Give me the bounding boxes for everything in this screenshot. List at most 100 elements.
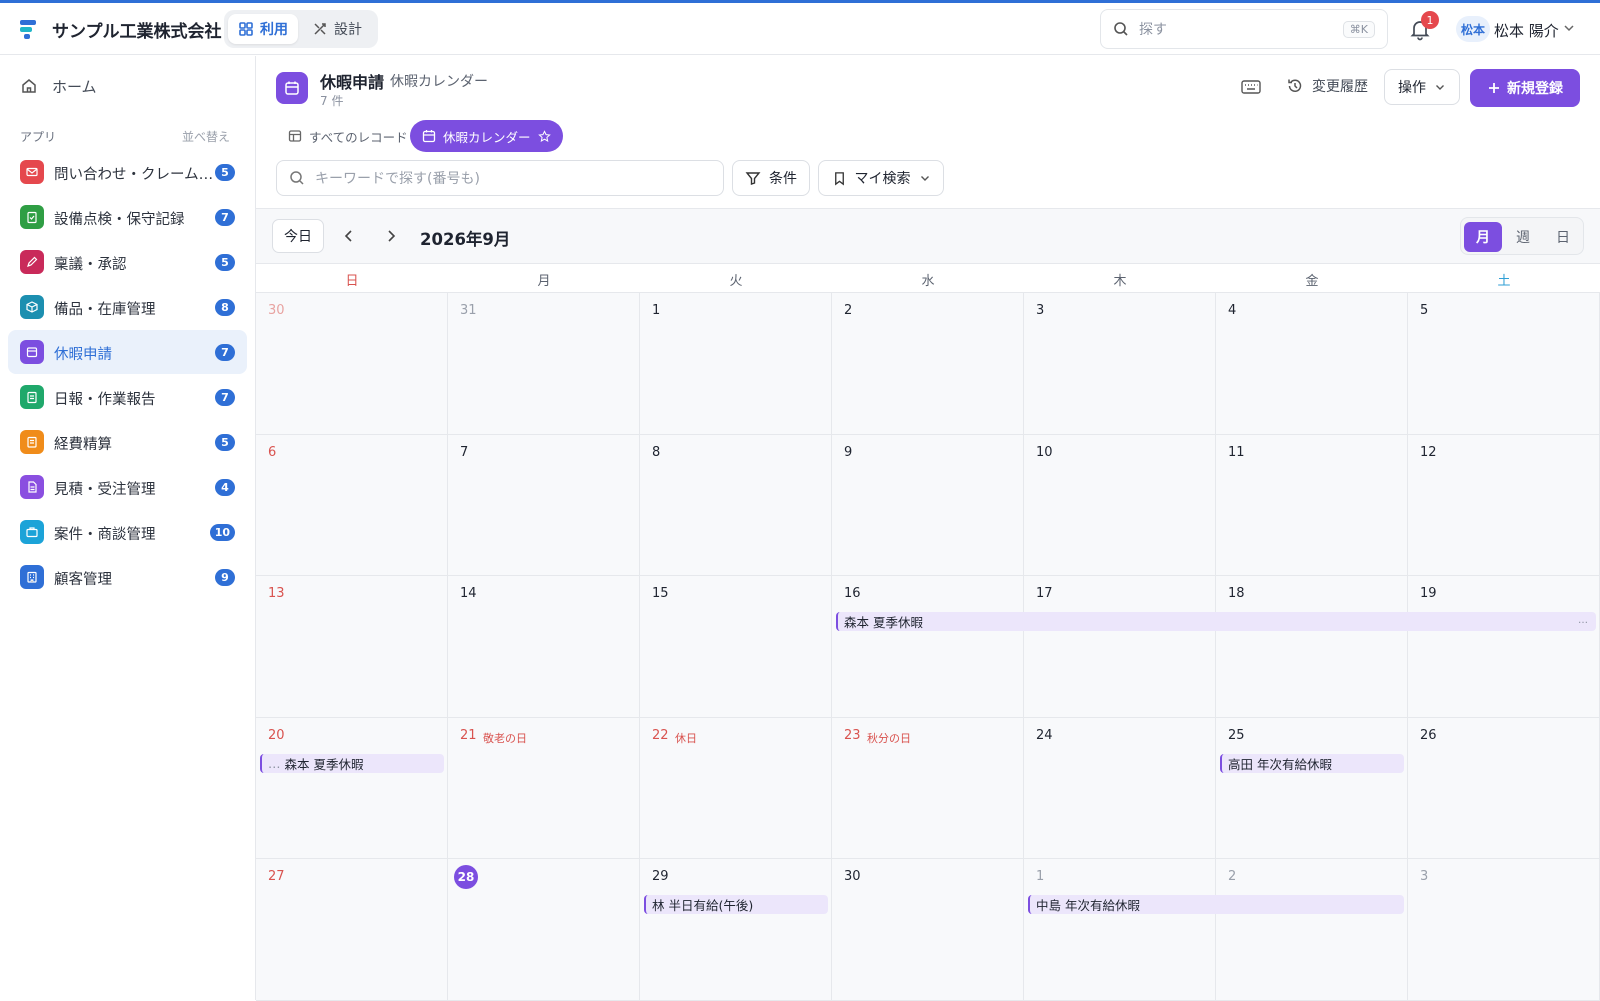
pen-icon [20,250,44,274]
sidebar-item[interactable]: 案件・商談管理 10 [8,510,247,554]
keyword-search-input[interactable]: キーワードで探す(番号も) [276,160,724,196]
day-number: 3 [1036,303,1045,318]
day-cell[interactable]: 23 秋分の日 [832,717,1024,860]
tab-all-records-label: すべてのレコード [309,129,408,145]
company-name: サンプル工業株式会社 [52,22,222,42]
day-number: 8 [652,444,661,460]
new-record-button[interactable]: 新規登録 [1470,69,1580,107]
view-week-button[interactable]: 週 [1504,222,1542,252]
day-cell[interactable]: 13 [256,576,448,718]
day-cell[interactable]: 16 [832,576,1024,718]
sidebar-item-label: 休暇申請 [54,347,112,363]
sidebar-home[interactable]: ホーム [20,74,97,98]
day-cell[interactable]: 11 [1216,434,1408,577]
day-cell[interactable]: 1 [1024,859,1216,1001]
sidebar-item[interactable]: 休暇申請 7 [8,330,247,374]
day-cell[interactable]: 2 [1216,859,1408,1001]
star-icon[interactable] [537,129,551,143]
user-name[interactable]: 松本 陽介 [1494,20,1559,41]
sidebar-item-count: 10 [209,524,235,541]
day-cell[interactable]: 21 敬老の日 [448,717,640,860]
sidebar-item-label: 日報・作業報告 [54,392,156,408]
tab-leave-calendar[interactable]: 休暇カレンダー [410,120,563,152]
notification-badge: 1 [1421,11,1439,29]
day-cell[interactable]: 3 [1408,859,1600,1001]
table-icon [288,130,302,142]
box-icon [20,295,44,319]
day-cell[interactable]: 5 [1408,293,1600,435]
day-cell[interactable]: 30 [256,293,448,435]
global-search-input[interactable]: 探す ⌘K [1100,9,1388,49]
page-subtitle: 休暇カレンダー [390,74,488,90]
day-cell[interactable]: 18 [1216,576,1408,718]
condition-filter-button[interactable]: 条件 [732,160,810,196]
leave-event[interactable]: 森本 夏季休暇… [836,612,1596,632]
day-cell[interactable]: 19 [1408,576,1600,718]
day-cell[interactable]: 2 [832,293,1024,435]
mode-use-button[interactable]: 利用 [228,14,298,44]
day-cell[interactable]: 15 [640,576,832,718]
view-month-button[interactable]: 月 [1464,222,1502,252]
day-cell[interactable]: 12 [1408,434,1600,577]
day-cell[interactable]: 29 [640,859,832,1001]
day-cell[interactable]: 4 [1216,293,1408,435]
sidebar-item[interactable]: 備品・在庫管理 8 [8,285,247,329]
day-cell[interactable]: 25 [1216,717,1408,860]
day-number: 14 [460,586,477,602]
day-number: 19 [1420,586,1437,602]
mode-design-button[interactable]: 設計 [302,14,372,44]
day-cell[interactable]: 31 [448,293,640,435]
view-day-button[interactable]: 日 [1544,222,1582,252]
main-content: 休暇申請 休暇カレンダー 7 件 変更履歴 操作 新規登録 すべてのレコード 休… [256,56,1600,1001]
day-cell[interactable]: 30 [832,859,1024,1001]
chevron-right-icon[interactable] [382,227,400,245]
sidebar-item[interactable]: 顧客管理 9 [8,555,247,599]
leave-event[interactable]: 高田 年次有給休暇 [1220,753,1404,773]
day-number: 12 [1420,444,1437,460]
day-cell[interactable]: 7 [448,434,640,577]
sidebar-item[interactable]: 日報・作業報告 7 [8,375,247,419]
history-button[interactable]: 変更履歴 [1286,76,1368,96]
my-search-button[interactable]: マイ検索 [818,160,944,196]
today-button[interactable]: 今日 [272,219,324,253]
keyboard-icon[interactable] [1240,76,1262,98]
chevron-down-icon[interactable] [1562,21,1576,35]
tab-all-records[interactable]: すべてのレコード [276,120,420,152]
day-cell[interactable]: 24 [1024,717,1216,860]
sidebar-item-label: 顧客管理 [54,572,112,588]
day-cell[interactable]: 10 [1024,434,1216,577]
operations-button[interactable]: 操作 [1384,69,1460,105]
day-cell[interactable]: 9 [832,434,1024,577]
sidebar-item[interactable]: 設備点検・保守記録 7 [8,195,247,239]
history-icon [1288,79,1302,92]
day-cell[interactable]: 20 [256,717,448,860]
day-cell[interactable]: 26 [1408,717,1600,860]
sidebar-item[interactable]: 見積・受注管理 4 [8,465,247,509]
sidebar-item[interactable]: 稟議・承認 5 [8,240,247,284]
clipboard-icon [20,385,44,409]
day-number: 31 [460,303,477,318]
day-cell[interactable]: 14 [448,576,640,718]
day-cell[interactable]: 8 [640,434,832,577]
user-avatar[interactable]: 松本 [1456,16,1490,42]
sort-link[interactable]: 並べ替え [182,128,230,145]
day-number: 6 [268,444,277,460]
day-cell[interactable]: 22 休日 [640,717,832,860]
sidebar-item[interactable]: 経費精算 5 [8,420,247,464]
day-cell[interactable]: 27 [256,859,448,1001]
day-cell[interactable]: 1 [640,293,832,435]
chevron-left-icon[interactable] [340,227,358,245]
leave-event[interactable]: … 森本 夏季休暇 [260,753,444,773]
leave-event[interactable]: 中島 年次有給休暇 [1028,895,1404,915]
day-cell[interactable]: 28 [448,859,640,1001]
building-icon [20,565,44,589]
sidebar-item[interactable]: 問い合わせ・クレーム管理 5 [8,150,247,194]
day-cell[interactable]: 3 [1024,293,1216,435]
day-number: 11 [1228,444,1245,460]
condition-label: 条件 [769,171,797,187]
leave-event[interactable]: 林 半日有給(午後) [644,895,828,915]
day-cell[interactable]: 6 [256,434,448,577]
keyword-placeholder: キーワードで探す(番号も) [315,171,480,187]
day-cell[interactable]: 17 [1024,576,1216,718]
leave-event-title: 中島 年次有給休暇 [1036,898,1140,914]
